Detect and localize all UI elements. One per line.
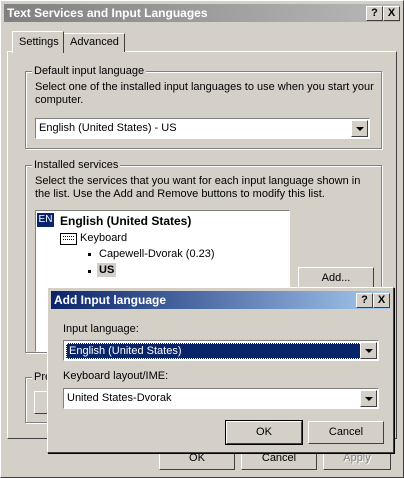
- dropdown-arrow-icon[interactable]: [351, 120, 368, 137]
- bullet-icon: [88, 253, 91, 256]
- default-language-dropdown[interactable]: English (United States) - US: [35, 118, 370, 139]
- tab-advanced-label: Advanced: [70, 36, 119, 48]
- dialog-title: Add Input language: [54, 293, 166, 307]
- dialog-close-icon[interactable]: X: [373, 293, 390, 308]
- keyboard-layout-dropdown[interactable]: United States-Dvorak: [63, 388, 379, 409]
- help-icon[interactable]: ?: [366, 6, 383, 21]
- tree-keyboard-node[interactable]: Keyboard: [80, 232, 127, 244]
- keyboard-icon: [60, 233, 77, 245]
- close-icon[interactable]: X: [383, 6, 400, 21]
- main-window-title: Text Services and Input Languages: [7, 6, 208, 20]
- main-title-bar[interactable]: Text Services and Input Languages ? X: [4, 4, 400, 22]
- keyboard-layout-label: Keyboard layout/IME:: [63, 370, 169, 382]
- keyboard-layout-arrow-icon[interactable]: [360, 390, 377, 407]
- default-input-description: Select one of the installed input langua…: [35, 81, 374, 106]
- tab-settings[interactable]: Settings: [12, 31, 64, 53]
- installed-services-group-label: Installed services: [32, 159, 121, 171]
- dialog-help-icon[interactable]: ?: [356, 293, 373, 308]
- tab-settings-label: Settings: [19, 36, 59, 48]
- tree-language-node[interactable]: English (United States): [60, 214, 191, 228]
- tree-item-us[interactable]: US: [97, 263, 117, 277]
- input-language-dropdown[interactable]: English (United States): [63, 340, 379, 361]
- input-language-label: Input language:: [63, 323, 139, 335]
- keyboard-layout-value: United States-Dvorak: [67, 392, 172, 404]
- tab-advanced[interactable]: Advanced: [63, 33, 125, 52]
- input-language-arrow-icon[interactable]: [360, 342, 377, 359]
- dialog-title-bar[interactable]: Add Input language ? X: [51, 291, 390, 309]
- input-language-value: English (United States): [66, 343, 362, 359]
- add-input-language-dialog: Add Input language ? X Input language: E…: [47, 287, 394, 453]
- tree-item-capewell-dvorak[interactable]: Capewell-Dvorak (0.23): [99, 248, 215, 260]
- default-input-group-label: Default input language: [32, 65, 147, 77]
- language-badge: EN: [37, 213, 54, 227]
- dialog-cancel-button[interactable]: Cancel: [308, 421, 384, 444]
- bullet-icon: [88, 270, 91, 273]
- dialog-ok-button[interactable]: OK: [225, 420, 303, 445]
- default-language-value: English (United States) - US: [39, 122, 177, 134]
- installed-services-description: Select the services that you want for ea…: [35, 175, 361, 200]
